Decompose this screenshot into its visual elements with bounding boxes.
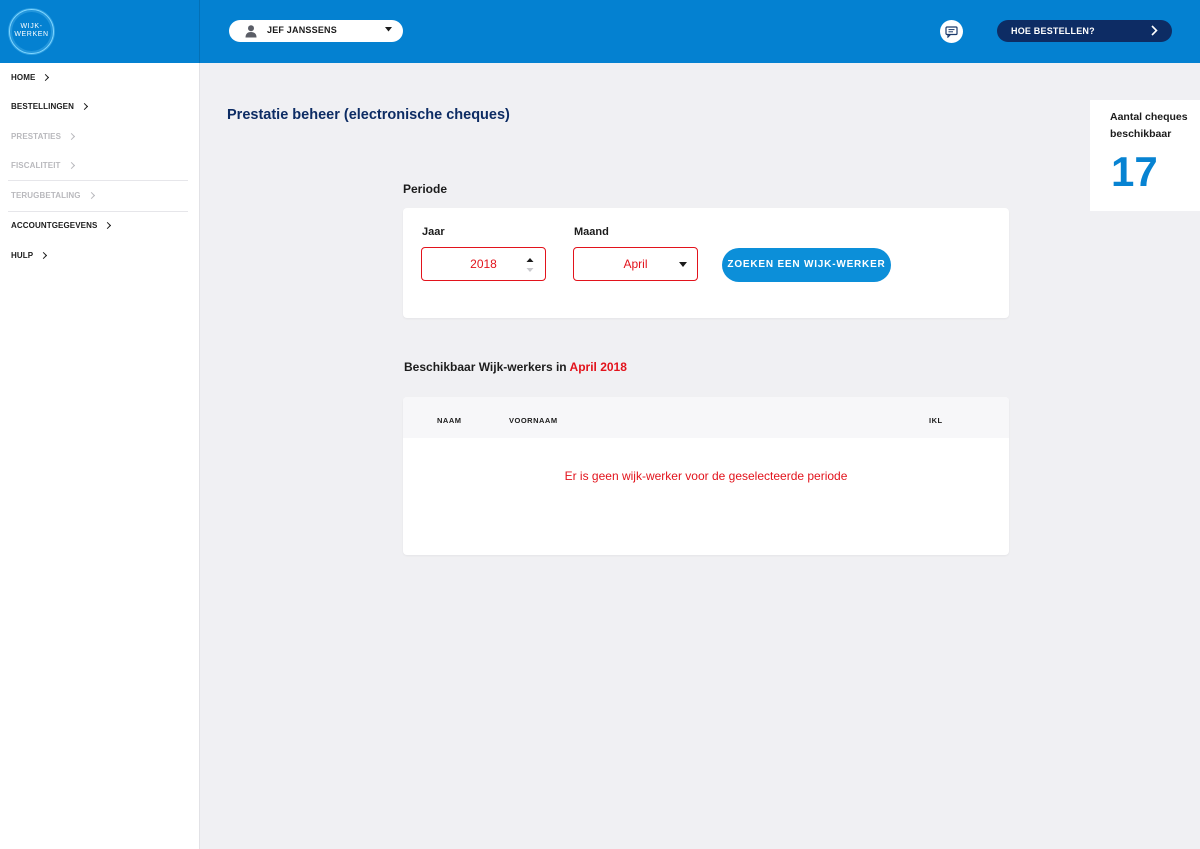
chevron-right-icon [1151, 25, 1158, 36]
available-title-prefix: Beschikbaar Wijk-werkers in [404, 360, 567, 374]
sidebar-item-terugbetaling[interactable]: TERUGBETALING [11, 191, 95, 200]
logo-text-line2: WERKEN [14, 31, 49, 38]
sidebar-item-home[interactable]: HOME [11, 73, 50, 82]
chevron-right-icon [67, 161, 75, 170]
user-name: JEF JANSSENS [267, 25, 337, 35]
chevron-right-icon [80, 102, 89, 111]
user-account-dropdown[interactable]: JEF JANSSENS [229, 20, 403, 42]
empty-table-message: Er is geen wijk-werker voor de geselecte… [564, 469, 848, 483]
column-header-voornaam[interactable]: VOORNAAM [509, 416, 558, 425]
year-input[interactable]: 2018 [421, 247, 546, 281]
sidebar-item-label: FISCALITEIT [11, 161, 61, 170]
column-header-naam[interactable]: NAAM [437, 416, 462, 425]
sidebar: HOME BESTELLINGEN PRESTATIES FISCALITEIT… [0, 63, 200, 849]
sidebar-item-hulp[interactable]: HULP [11, 251, 48, 260]
caret-down-icon [679, 262, 687, 267]
sidebar-divider [8, 211, 188, 212]
cheques-available-count: 17 [1111, 148, 1158, 195]
cheques-available-label: Aantal cheques beschikbaar [1110, 111, 1188, 140]
sidebar-item-label: PRESTATIES [11, 132, 62, 141]
chat-button[interactable] [940, 20, 963, 43]
cheques-available-card: Aantal cheques beschikbaar 17 [1090, 100, 1200, 211]
page-title: Prestatie beheer (electronische cheques) [227, 107, 510, 123]
search-wijk-werker-button[interactable]: ZOEKEN EEN WIJK-WERKER [722, 248, 891, 282]
column-header-ikl[interactable]: IKL [929, 416, 943, 425]
user-icon [245, 25, 257, 38]
how-to-order-button[interactable]: HOE BESTELLEN? [997, 20, 1172, 42]
sidebar-item-bestellingen[interactable]: BESTELLINGEN [11, 102, 89, 111]
sidebar-item-label: BESTELLINGEN [11, 102, 74, 111]
sidebar-item-accountgegevens[interactable]: ACCOUNTGEGEVENS [11, 221, 112, 230]
sidebar-item-fiscaliteit[interactable]: FISCALITEIT [11, 161, 75, 170]
chat-icon [945, 25, 958, 38]
wijk-werken-logo[interactable]: WIJK- WERKEN [9, 9, 54, 54]
top-bar: WIJK- WERKEN JEF JANSSENS HOE BESTELLEN? [0, 0, 1200, 63]
logo-text-line1: WIJK- [20, 23, 43, 30]
logo-area: WIJK- WERKEN [0, 0, 200, 63]
chevron-right-icon [68, 132, 76, 141]
sidebar-divider [8, 180, 188, 181]
available-title-period: April 2018 [569, 360, 627, 374]
chevron-right-icon [40, 251, 48, 260]
caret-down-icon [385, 27, 392, 32]
chevron-right-icon [104, 221, 112, 230]
month-select[interactable]: April [573, 247, 698, 281]
chevron-right-icon [42, 73, 50, 82]
table-header: NAAM VOORNAAM IKL [403, 397, 1009, 438]
sidebar-item-prestaties[interactable]: PRESTATIES [11, 132, 76, 141]
month-label: Maand [574, 226, 609, 238]
sidebar-item-label: ACCOUNTGEGEVENS [11, 221, 98, 230]
chevron-right-icon [87, 191, 95, 200]
sidebar-item-label: HULP [11, 251, 34, 260]
how-to-order-label: HOE BESTELLEN? [1011, 26, 1095, 36]
periode-title: Periode [403, 182, 448, 196]
sidebar-item-label: TERUGBETALING [11, 191, 81, 200]
year-label: Jaar [422, 226, 445, 238]
available-title: Beschikbaar Wijk-werkers in April 2018 [404, 360, 627, 374]
sidebar-item-label: HOME [11, 73, 36, 82]
number-spinner-icon[interactable] [525, 256, 535, 274]
